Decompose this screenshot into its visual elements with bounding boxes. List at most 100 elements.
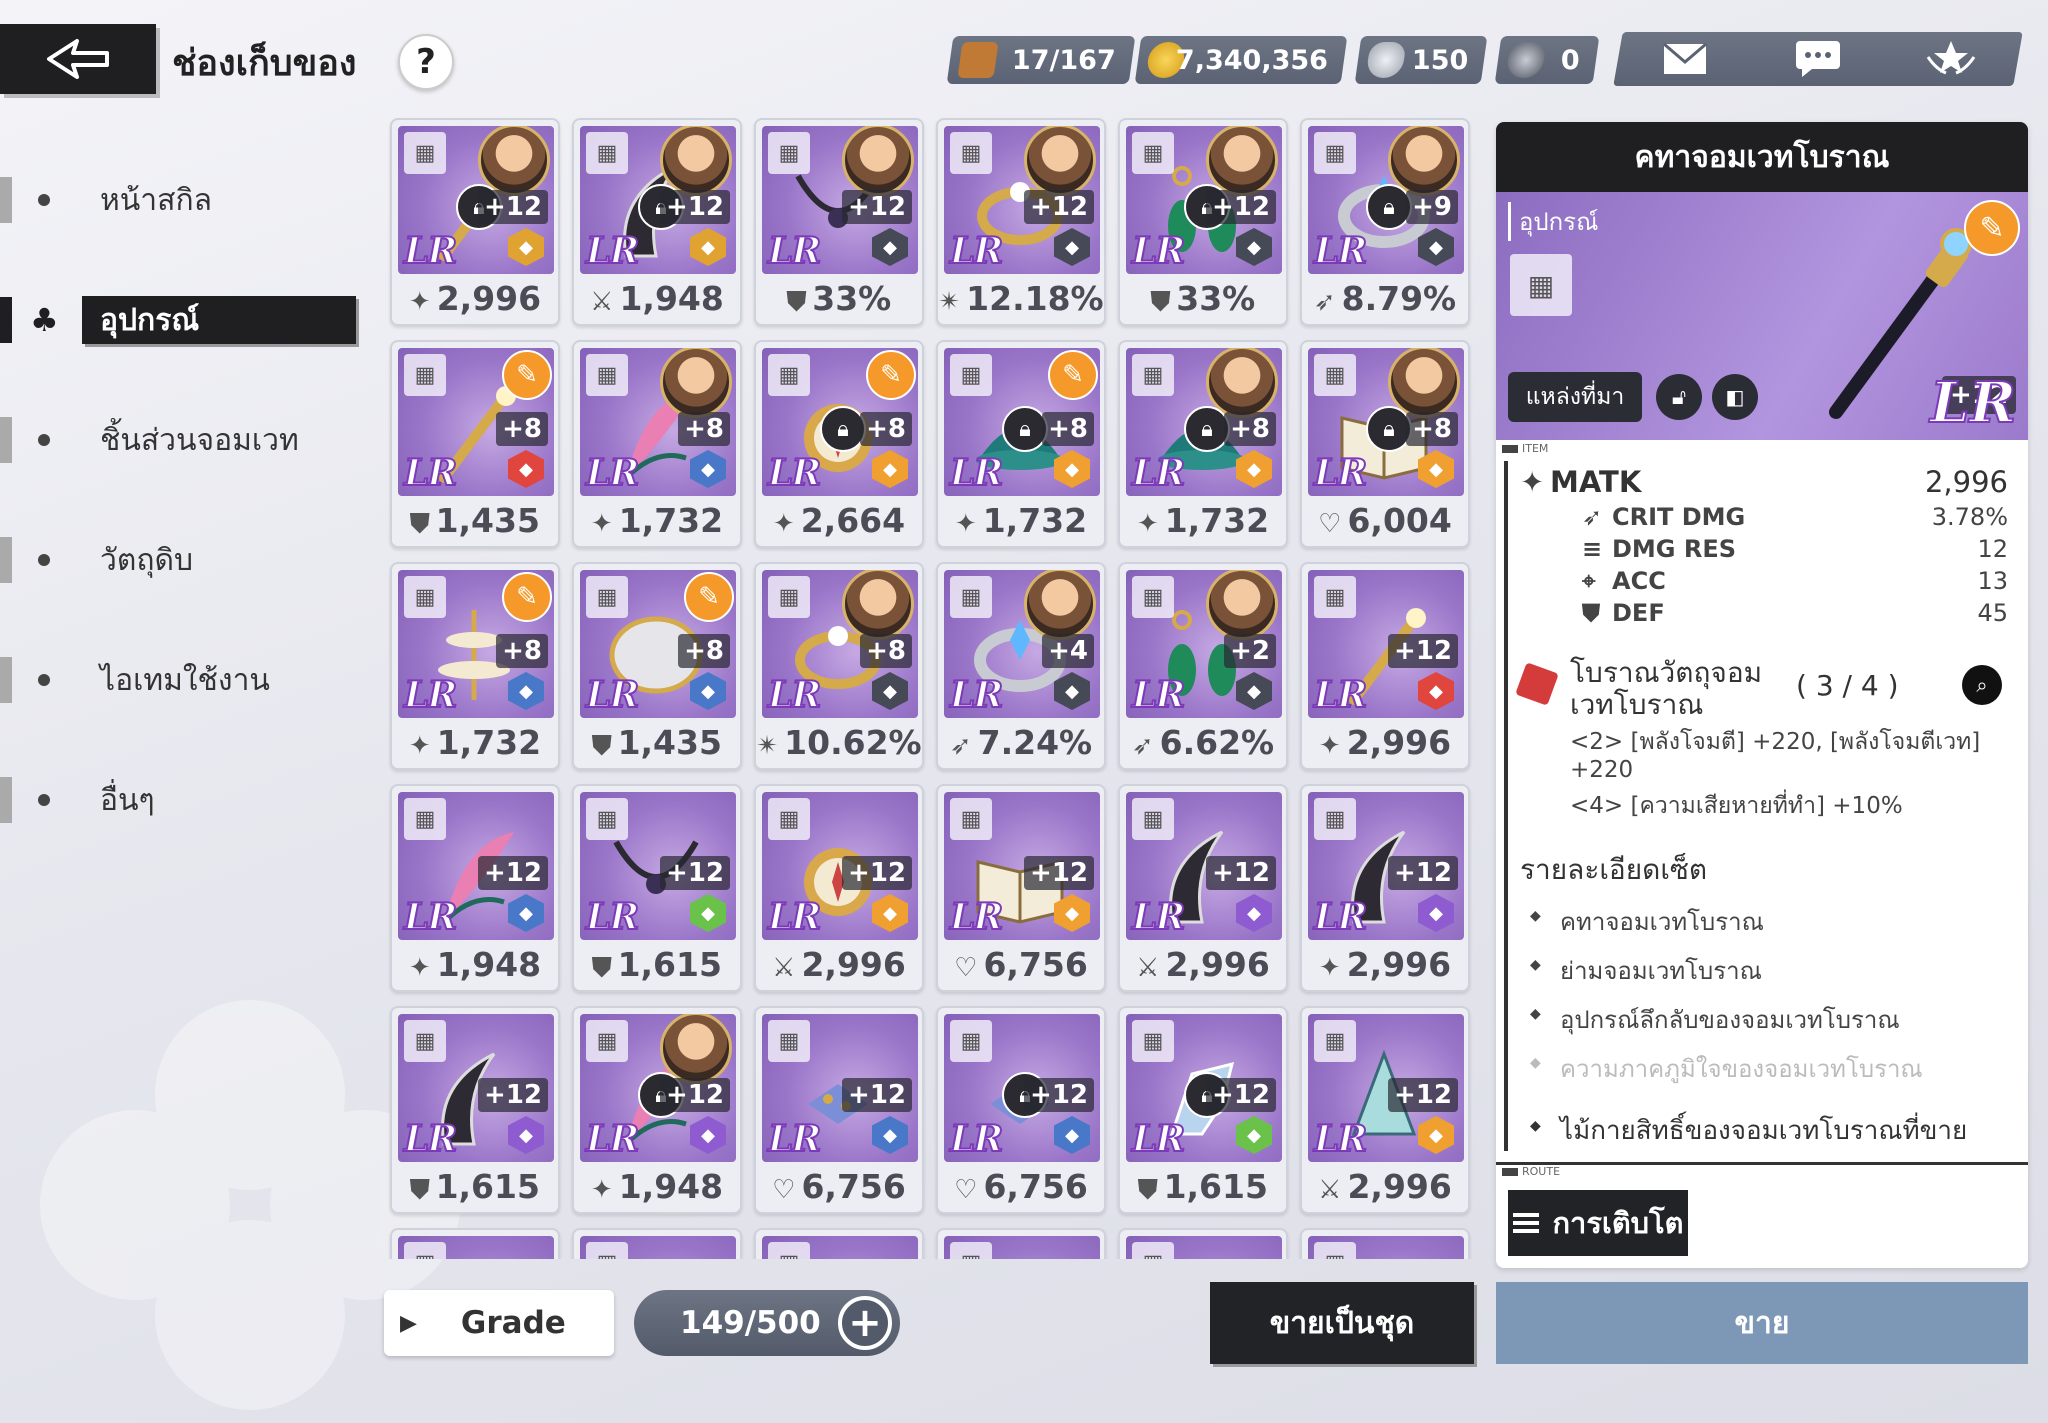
equipment-card[interactable]: ▦🔒︎+12LR◆♡6,756 <box>936 1006 1106 1214</box>
sub-stat-value: 13 <box>1977 567 2008 595</box>
equipment-card-partial[interactable]: ▦ <box>754 1228 924 1259</box>
equipment-card[interactable]: ▦ +12 LR ◆ ✦ 2,996 <box>1300 562 1470 770</box>
card-stat-value: 6,756 <box>983 1167 1088 1206</box>
target-icon: ⌖ <box>1582 567 1596 595</box>
equipment-card[interactable]: ▦ +12 LR ◆ ⚔ 2,996 <box>1300 1006 1470 1214</box>
route-section-tag: ROUTE <box>1496 1165 2028 1178</box>
card-level: +12 <box>842 1078 912 1112</box>
equipment-card-partial[interactable]: ▦ <box>390 1228 560 1259</box>
equipment-card-partial[interactable]: ▦ <box>936 1228 1106 1259</box>
chat-button[interactable] <box>1783 34 1853 84</box>
equipment-card[interactable]: ▦🔒︎+12LR◆✦1,948 <box>572 1006 742 1214</box>
equipment-card[interactable]: ▦ ✎ +8 LR ◆ ✦ 1,732 <box>390 562 560 770</box>
sparkle-icon: ✦ <box>1318 731 1341 761</box>
pin-icon[interactable]: ✎ <box>1964 200 2020 256</box>
equipment-card[interactable]: ▦ +12 LR ◆ ⚔ 2,996 <box>1118 784 1288 992</box>
grid-icon: ▦ <box>1510 254 1572 316</box>
sword-icon: ⚔ <box>1318 1175 1342 1205</box>
equipment-card[interactable]: ▦ +12 LR ◆ ⛊ 1,615 <box>572 784 742 992</box>
chat-icon <box>1795 41 1840 77</box>
sub-stat-name: DEF <box>1612 599 1665 627</box>
grid-icon: ▦ <box>950 1020 992 1062</box>
rank-badge: LR <box>585 451 640 495</box>
card-art: ▦ +12 LR ◆ <box>762 126 918 274</box>
equipment-card[interactable]: ▦ +4 LR ◆ ➶ 7.24% <box>936 562 1106 770</box>
card-level: +12 <box>1024 856 1094 890</box>
card-art: ▦🔒︎+12LR◆ <box>1126 126 1282 274</box>
set-search-button[interactable]: ⌕ <box>1962 665 2002 705</box>
sidebar-item-grimoire-pieces[interactable]: ชิ้นส่วนจอมเวท <box>0 380 370 500</box>
mail-button[interactable] <box>1650 34 1720 84</box>
sub-stat-value: 3.78% <box>1931 503 2008 531</box>
route-item[interactable]: ไม้กายสิทธิ์ของจอมเวทโบราณที่ขาย <box>1520 1088 2028 1151</box>
equipment-card[interactable]: ▦ +12 LR ◆ ✴ 12.18% <box>936 118 1106 326</box>
route-section-divider: ROUTE <box>1496 1162 2028 1178</box>
equipment-card[interactable]: ▦ ✎ 🔒︎ +8 LR ◆ ✦ 2,664 <box>754 340 924 548</box>
card-art: ▦ +12 LR ◆ <box>1308 1014 1464 1162</box>
equipment-card[interactable]: ▦ 🔒︎ +9 LR ◆ ➶ 8.79% <box>1300 118 1470 326</box>
sparkle-icon: ✦ <box>590 1175 613 1205</box>
card-level: +12 <box>660 856 730 890</box>
equipment-card[interactable]: ▦ +12 LR ◆ ✦ 2,996 <box>1300 784 1470 992</box>
bullet-icon <box>38 794 50 806</box>
card-stat: ♡ 6,004 <box>1302 501 1468 540</box>
compare-button[interactable]: ◧ <box>1712 374 1758 420</box>
character-portrait <box>842 570 914 640</box>
card-stat: ✦ 1,948 <box>574 1167 740 1206</box>
equipment-card[interactable]: ▦ +8 LR ◆ ✴ 10.62% <box>754 562 924 770</box>
equipment-card[interactable]: ▦ ✎ +8 LR ◆ ⛊ 1,435 <box>390 340 560 548</box>
equipment-card[interactable]: ▦ +2 LR ◆ ➶ 6.62% <box>1118 562 1288 770</box>
detail-scroll-area[interactable]: ITEM ✦ MATK 2,996 ➶ CRIT DMG 3.78% ≡ DMG RE… <box>1496 440 2028 1162</box>
equipment-card[interactable]: ▦ ✎ +8 LR ◆ ⛊ 1,435 <box>572 562 742 770</box>
help-button[interactable]: ? <box>398 34 454 90</box>
main-stat-name: MATK <box>1550 465 1642 499</box>
critdmg-icon: ➶ <box>949 731 972 761</box>
sidebar-item-materials[interactable]: วัตถุดิบ <box>0 500 370 620</box>
equipment-card[interactable]: ▦ +12 LR ◆ ✦ 1,948 <box>390 784 560 992</box>
grid-icon: ▦ <box>586 1020 628 1062</box>
expand-capacity-button[interactable]: + <box>838 1296 892 1350</box>
equipment-card[interactable]: ▦ 🔒︎ +8 LR ◆ ♡ 6,004 <box>1300 340 1470 548</box>
equipment-card[interactable]: ▦ +12 LR ◆ ♡ 6,756 <box>754 1006 924 1214</box>
equipment-card[interactable]: ▦🔒︎+12LR◆✦2,996 <box>390 118 560 326</box>
equipment-card[interactable]: ▦ +12 LR ◆ ♡ 6,756 <box>936 784 1106 992</box>
shield-icon: ⛊ <box>1138 1175 1158 1205</box>
growth-button[interactable]: การเติบโต <box>1508 1190 1688 1256</box>
equipment-card-partial[interactable]: ▦ <box>1300 1228 1470 1259</box>
equipment-card[interactable]: ▦ +12 LR ◆ ⛊ 1,615 <box>390 1006 560 1214</box>
rank-badge: LR <box>949 451 1004 495</box>
sidebar-item-others[interactable]: อื่นๆ <box>0 740 370 860</box>
grid-icon: ▦ <box>768 1020 810 1062</box>
equipment-card[interactable]: ▦ +12 LR ◆ ⚔ 2,996 <box>754 784 924 992</box>
equipment-card[interactable]: ▦🔒︎+12LR◆⛊1,615 <box>1118 1006 1288 1214</box>
sidebar-item-skill-page[interactable]: หน้าสกิล <box>0 140 370 260</box>
card-level: +8 <box>860 634 912 668</box>
card-art: ▦ +2 LR ◆ <box>1126 570 1282 718</box>
dmgres-icon: ≡ <box>1582 535 1603 563</box>
crest-button[interactable] <box>1916 34 1986 84</box>
rank-badge: LR <box>1131 1117 1186 1161</box>
equipment-card[interactable]: ▦ +8 LR ◆ ✦ 1,732 <box>572 340 742 548</box>
equipment-card[interactable]: ▦ 🔒︎ +8 LR ◆ ✦ 1,732 <box>1118 340 1288 548</box>
equipment-card[interactable]: ▦ +12 LR ◆ ⛊ 33% <box>754 118 924 326</box>
equipment-card-partial[interactable]: ▦ <box>1118 1228 1288 1259</box>
equipment-card-partial[interactable]: ▦ <box>572 1228 742 1259</box>
lock-toggle-button[interactable]: 🔓︎ <box>1656 374 1702 420</box>
equipment-card[interactable]: ▦🔒︎+12LR◆⚔1,948 <box>572 118 742 326</box>
card-stat-value: 8.79% <box>1341 279 1457 318</box>
equipment-card[interactable]: ▦🔒︎+12LR◆⛊33% <box>1118 118 1288 326</box>
sell-button[interactable]: ขาย <box>1496 1282 2028 1364</box>
back-button[interactable] <box>0 24 156 94</box>
character-portrait <box>1024 570 1096 640</box>
item-detail-panel: คทาจอมเวทโบราณ อุปกรณ์ ▦ ✎ แหล่งที่มา 🔓︎… <box>1496 122 2028 1268</box>
source-button[interactable]: แหล่งที่มา <box>1508 372 1642 422</box>
rank-badge: LR <box>767 229 822 273</box>
card-art: ▦ +12 LR ◆ <box>1126 792 1282 940</box>
grid-icon: ▦ <box>404 798 446 840</box>
equipment-card[interactable]: ▦ ✎ 🔒︎ +8 LR ◆ ✦ 1,732 <box>936 340 1106 548</box>
bulk-sell-button[interactable]: ขายเป็นชุด <box>1210 1282 1474 1364</box>
card-stat: ⛊ 1,615 <box>392 1167 558 1206</box>
sidebar-item-equipment[interactable]: ♣ อุปกรณ์ <box>0 260 370 380</box>
grade-sort-button[interactable]: ▶ Grade <box>384 1290 614 1356</box>
sidebar-item-usable-items[interactable]: ไอเทมใช้งาน <box>0 620 370 740</box>
